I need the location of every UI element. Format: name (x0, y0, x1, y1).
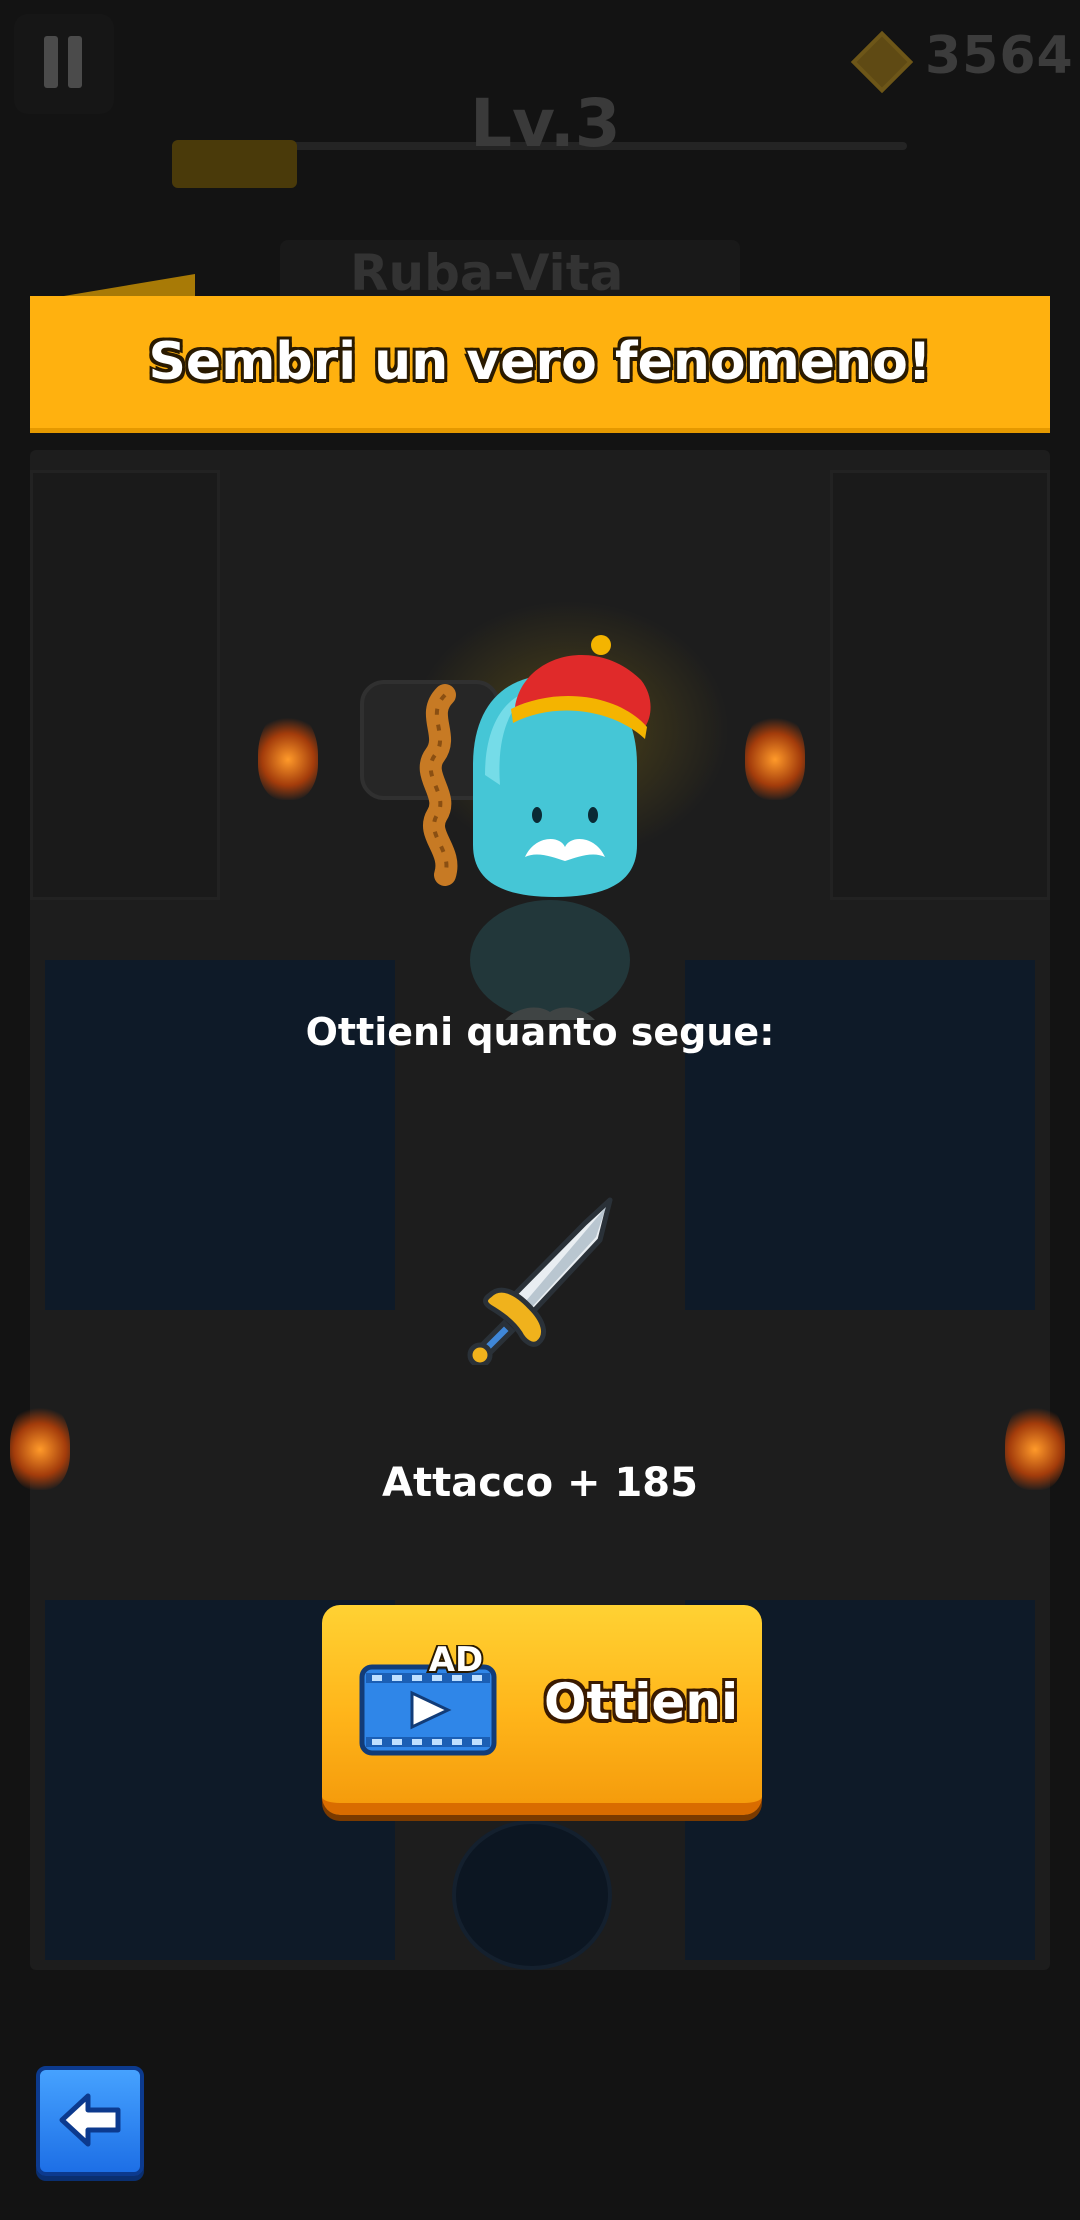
pause-icon (68, 36, 82, 88)
get-button-label: Ottieni (544, 1673, 739, 1731)
wall-right (830, 470, 1050, 900)
reward-heading: Ottieni quanto segue: (305, 1010, 775, 1054)
ad-badge-label: AD (429, 1645, 484, 1680)
ad-video-icon: AD (359, 1645, 497, 1756)
torch-flame (258, 710, 318, 800)
get-reward-ad-button[interactable]: AD Ottieni (322, 1605, 762, 1815)
sword-icon (467, 1197, 613, 1365)
gem-count: 3564 (925, 26, 1074, 86)
reward-value: Attacco + 185 (382, 1460, 698, 1506)
back-button[interactable] (36, 2066, 144, 2176)
genie-character (419, 635, 651, 897)
level-label: Lv.3 (470, 85, 621, 162)
banner-title: Sembri un vero fenomeno! (148, 332, 932, 392)
pause-button[interactable] (14, 14, 114, 114)
title-banner: Sembri un vero fenomeno! (30, 296, 1050, 433)
xp-bar-fill (172, 140, 297, 188)
wall-left (30, 470, 220, 900)
dungeon-pit (452, 1820, 612, 1970)
skill-name: Ruba-Vita (350, 244, 624, 302)
back-arrow-icon (59, 2093, 121, 2147)
torch-flame (745, 710, 805, 800)
pause-icon (44, 36, 58, 88)
